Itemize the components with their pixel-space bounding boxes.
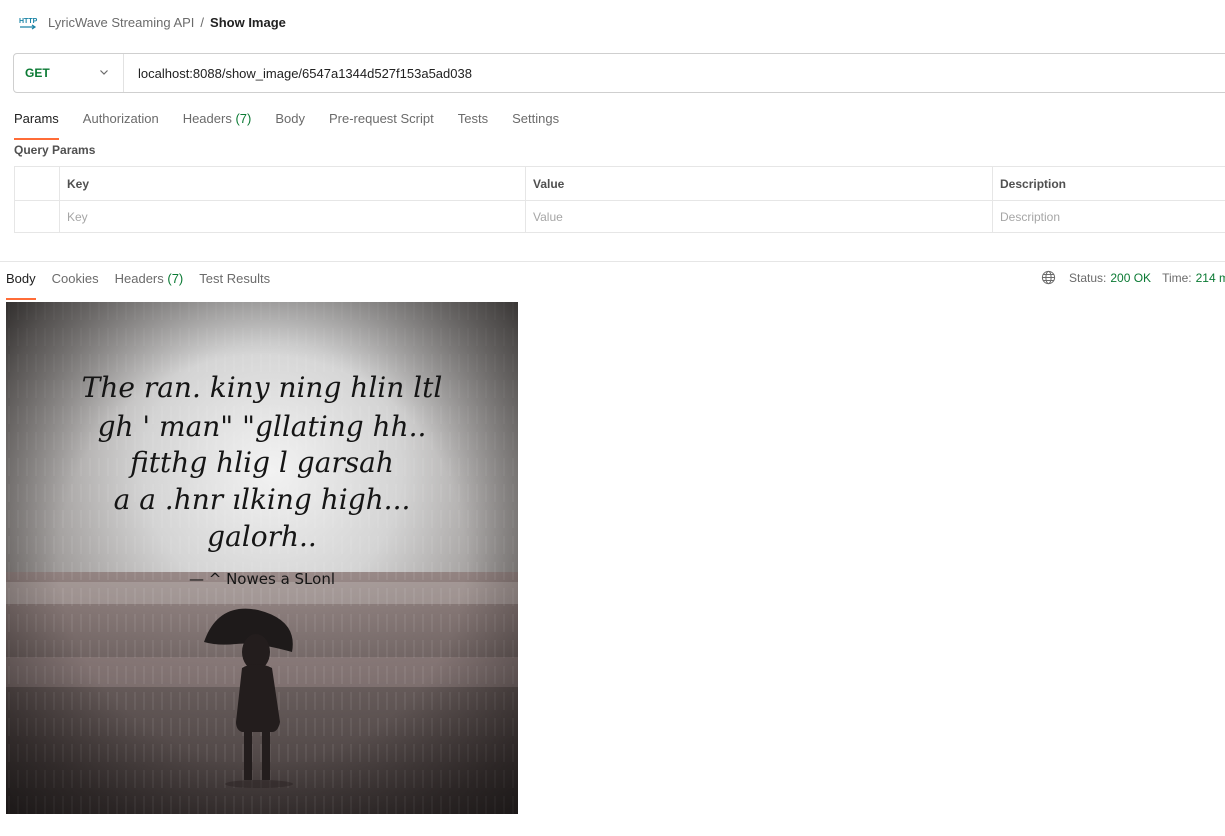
image-text-line-3: fitthg hlig l garsah	[128, 446, 394, 479]
globe-icon[interactable]	[1041, 270, 1056, 285]
column-header-value: Value	[526, 167, 993, 200]
value-input[interactable]: Value	[526, 201, 993, 233]
response-headers-count: (7)	[167, 271, 184, 286]
request-tabs: Params Authorization Headers (7) Body Pr…	[14, 108, 583, 140]
pane-divider[interactable]	[0, 261, 1225, 262]
request-title[interactable]: Show Image	[210, 15, 286, 30]
image-text-line-5: galorh..	[207, 520, 317, 553]
response-meta: Status: 200 OK Time: 214 m	[1041, 270, 1225, 285]
time-value[interactable]: 214 m	[1196, 271, 1225, 285]
column-header-key: Key	[60, 167, 526, 200]
response-image: The ran. kiny ning hlin ltl gh ' man" "g…	[6, 302, 518, 814]
tab-authorization[interactable]: Authorization	[83, 108, 159, 134]
time-label: Time:	[1162, 270, 1192, 285]
method-label: GET	[25, 66, 50, 80]
response-tab-headers[interactable]: Headers (7)	[115, 268, 184, 294]
url-bar: GET	[13, 53, 1225, 93]
status-value[interactable]: 200 OK	[1110, 271, 1151, 285]
breadcrumb: HTTP LyricWave Streaming API / Show Imag…	[18, 12, 286, 32]
table-header-row: Key Value Description	[15, 167, 1225, 200]
response-tabs: Body Cookies Headers (7) Test Results	[6, 268, 286, 300]
tab-tests[interactable]: Tests	[458, 108, 488, 134]
image-text-line-4: a a .hnr ılking high...	[114, 483, 411, 516]
tab-pre-request-script[interactable]: Pre-request Script	[329, 108, 434, 134]
url-input[interactable]	[138, 65, 838, 81]
column-header-description: Description	[1000, 176, 1067, 191]
tab-body[interactable]: Body	[275, 108, 305, 134]
http-icon: HTTP	[19, 18, 38, 30]
svg-text:HTTP: HTTP	[19, 18, 38, 25]
query-params-table: Key Value Description Key Value Descript…	[14, 166, 1225, 233]
query-params-title: Query Params	[14, 143, 96, 157]
response-tab-body[interactable]: Body	[6, 268, 36, 300]
breadcrumb-separator: /	[200, 14, 205, 30]
row-checkbox[interactable]	[15, 201, 60, 233]
status-label: Status:	[1069, 270, 1107, 285]
description-input[interactable]: Description	[993, 201, 1225, 233]
image-signature: — ^ Nowes a SLonl	[189, 570, 335, 588]
tab-params[interactable]: Params	[14, 108, 59, 140]
key-input[interactable]: Key	[60, 201, 526, 233]
tab-settings[interactable]: Settings	[512, 108, 559, 134]
response-tab-cookies[interactable]: Cookies	[52, 268, 99, 294]
checkbox-column-header	[15, 167, 60, 200]
breadcrumb-collection[interactable]: LyricWave Streaming API	[48, 15, 194, 30]
table-row: Key Value Description	[15, 200, 1225, 233]
image-text-line-1: The ran. kiny ning hlin ltl	[82, 371, 443, 404]
headers-count: (7)	[235, 111, 252, 126]
image-text-line-2: gh ' man" "gllating hh..	[98, 410, 427, 443]
response-tab-test-results[interactable]: Test Results	[199, 268, 270, 294]
tab-headers[interactable]: Headers (7)	[183, 108, 252, 134]
chevron-down-icon	[100, 70, 108, 75]
method-select[interactable]: GET	[14, 54, 124, 92]
